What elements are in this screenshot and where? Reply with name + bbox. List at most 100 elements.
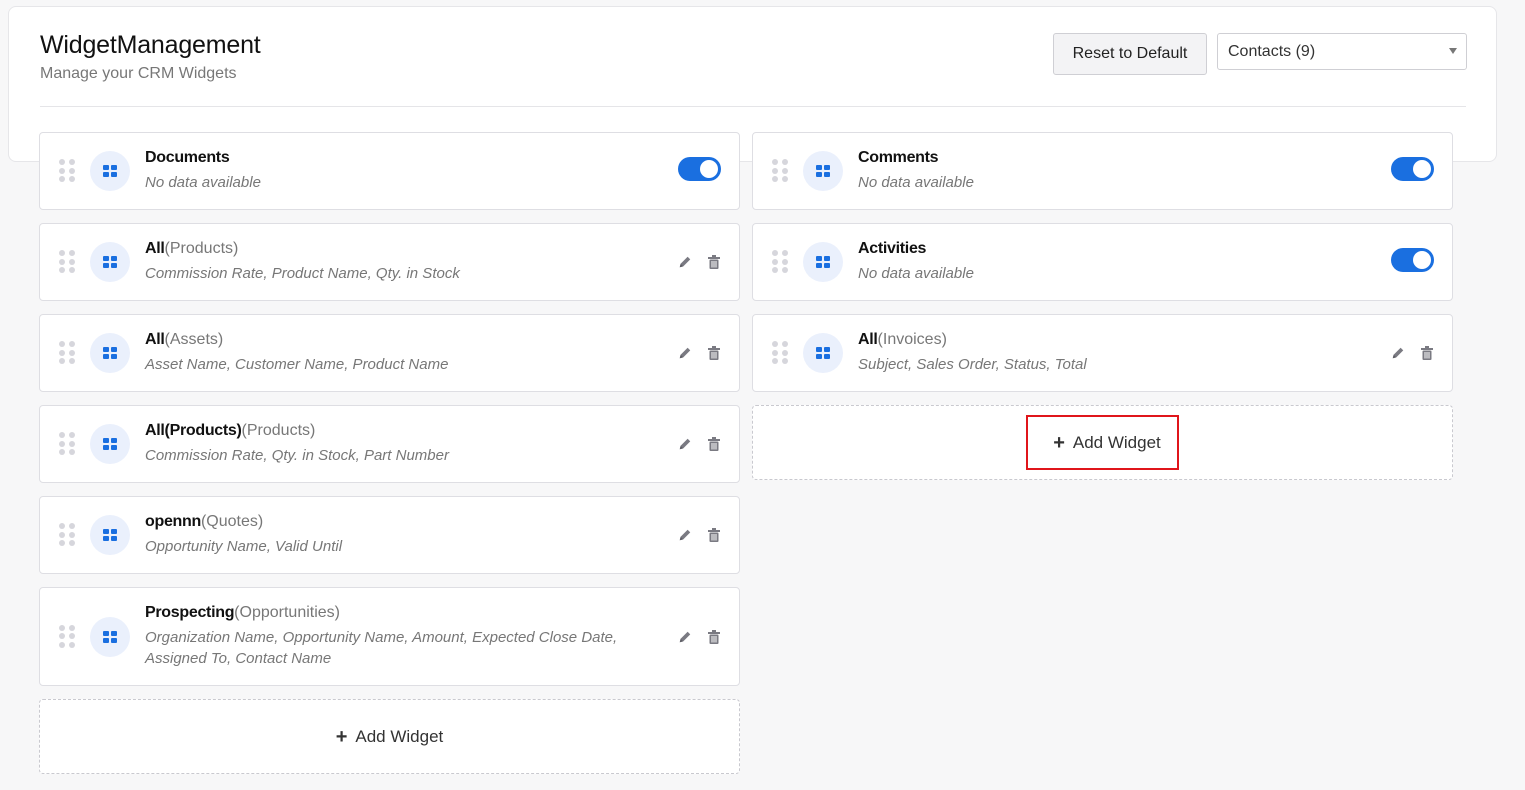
reset-to-default-button[interactable]: Reset to Default <box>1053 33 1207 75</box>
widget-text: Comments No data available <box>858 149 1352 193</box>
widget-text: opennn(Quotes) Opportunity Name, Valid U… <box>145 513 639 557</box>
widget-text: All(Assets) Asset Name, Customer Name, P… <box>145 331 639 375</box>
widget-text: All(Products) Commission Rate, Product N… <box>145 240 639 284</box>
trash-icon[interactable] <box>706 345 722 361</box>
widget-enable-toggle[interactable] <box>1391 157 1434 181</box>
pencil-icon[interactable] <box>677 527 693 543</box>
widget-fields: No data available <box>145 174 261 191</box>
widget-column-left: Documents No data available All(Products… <box>39 132 740 774</box>
widget-actions <box>677 629 722 645</box>
toggle-knob <box>700 160 718 178</box>
drag-handle-icon[interactable] <box>59 341 77 365</box>
module-select-value: Contacts (9) <box>1228 42 1316 60</box>
trash-icon[interactable] <box>706 527 722 543</box>
widget-name: opennn <box>145 513 201 530</box>
widget-module: (Opportunities) <box>234 604 340 621</box>
widget-name: Documents <box>145 149 230 166</box>
widget-actions <box>677 436 722 452</box>
add-widget-label-wrap: + Add Widget <box>320 717 460 757</box>
drag-handle-icon[interactable] <box>59 624 77 649</box>
widget-fields: Subject, Sales Order, Status, Total <box>858 356 1087 373</box>
widget-grid-icon <box>803 242 843 282</box>
toggle-knob <box>1413 251 1431 269</box>
widget-name: All(Products) <box>145 422 242 439</box>
widget-name: All <box>145 331 165 348</box>
widget-grid-icon <box>803 333 843 373</box>
trash-icon[interactable] <box>706 629 722 645</box>
widget-module: (Products) <box>164 240 239 257</box>
widget-fields: Commission Rate, Qty. in Stock, Part Num… <box>145 447 449 464</box>
module-select[interactable]: Contacts (9) <box>1217 33 1467 70</box>
trash-icon[interactable] <box>706 254 722 270</box>
widget-name: All <box>145 240 165 257</box>
widget-name: Prospecting <box>145 604 235 621</box>
add-widget-label: Add Widget <box>355 726 444 746</box>
drag-handle-icon[interactable] <box>772 159 790 183</box>
widget-card: All(Assets) Asset Name, Customer Name, P… <box>39 314 740 392</box>
widget-name: All <box>858 331 878 348</box>
drag-handle-icon[interactable] <box>59 250 77 274</box>
widget-text: Documents No data available <box>145 149 639 193</box>
drag-handle-icon[interactable] <box>59 159 77 183</box>
trash-icon[interactable] <box>706 436 722 452</box>
page-subtitle: Manage your CRM Widgets <box>40 65 237 82</box>
widget-card: All(Products)(Products) Commission Rate,… <box>39 405 740 483</box>
widget-text: All(Products)(Products) Commission Rate,… <box>145 422 639 466</box>
widget-fields: Commission Rate, Product Name, Qty. in S… <box>145 265 460 282</box>
widget-module: (Quotes) <box>200 513 264 530</box>
widget-fields: Opportunity Name, Valid Until <box>145 538 343 555</box>
widget-fields: Asset Name, Customer Name, Product Name <box>145 356 449 373</box>
widget-card: Prospecting(Opportunities) Organization … <box>39 587 740 686</box>
widget-actions <box>1390 345 1435 361</box>
widget-enable-toggle[interactable] <box>1391 248 1434 272</box>
widget-card: All(Products) Commission Rate, Product N… <box>39 223 740 301</box>
trash-icon[interactable] <box>1419 345 1435 361</box>
pencil-icon[interactable] <box>677 345 693 361</box>
pencil-icon[interactable] <box>677 254 693 270</box>
widget-actions <box>677 527 722 543</box>
widget-grid-icon <box>90 424 130 464</box>
widget-card: Activities No data available <box>752 223 1453 301</box>
widget-column-right: Comments No data available Activities No… <box>752 132 1453 480</box>
widget-text: Prospecting(Opportunities) Organization … <box>145 604 639 669</box>
widget-card: Documents No data available <box>39 132 740 210</box>
pencil-icon[interactable] <box>1390 345 1406 361</box>
drag-handle-icon[interactable] <box>772 341 790 365</box>
widget-grid-icon <box>90 333 130 373</box>
widget-module: (Invoices) <box>877 331 947 348</box>
add-widget-button[interactable]: + Add Widget <box>39 699 740 774</box>
widget-text: Activities No data available <box>858 240 1352 284</box>
widget-card: Comments No data available <box>752 132 1453 210</box>
add-widget-label: Add Widget <box>1072 432 1161 452</box>
plus-icon: + <box>1053 431 1065 454</box>
widget-grid-icon <box>90 515 130 555</box>
widget-grid-icon <box>90 616 130 657</box>
widget-name: Activities <box>858 240 927 257</box>
widget-module: (Products) <box>241 422 316 439</box>
widget-grid-icon <box>90 242 130 282</box>
widget-grid-icon <box>90 151 130 191</box>
widget-card: opennn(Quotes) Opportunity Name, Valid U… <box>39 496 740 574</box>
add-widget-button[interactable]: + Add Widget <box>752 405 1453 480</box>
widget-fields: No data available <box>858 174 974 191</box>
toggle-knob <box>1413 160 1431 178</box>
add-widget-label-wrap: + Add Widget <box>1026 415 1179 470</box>
widget-fields: No data available <box>858 265 974 282</box>
drag-handle-icon[interactable] <box>772 250 790 274</box>
widget-fields: Organization Name, Opportunity Name, Amo… <box>145 629 618 667</box>
drag-handle-icon[interactable] <box>59 523 77 547</box>
chevron-down-icon <box>1449 48 1457 54</box>
widget-enable-toggle[interactable] <box>678 157 721 181</box>
widget-card: All(Invoices) Subject, Sales Order, Stat… <box>752 314 1453 392</box>
widget-module: (Assets) <box>164 331 224 348</box>
widget-text: All(Invoices) Subject, Sales Order, Stat… <box>858 331 1352 375</box>
widget-actions <box>677 254 722 270</box>
pencil-icon[interactable] <box>677 629 693 645</box>
widget-actions <box>677 345 722 361</box>
plus-icon: + <box>335 725 348 748</box>
pencil-icon[interactable] <box>677 436 693 452</box>
page-title: WidgetManagement <box>40 31 261 59</box>
widget-name: Comments <box>858 149 939 166</box>
drag-handle-icon[interactable] <box>59 432 77 456</box>
header-divider <box>40 106 1466 107</box>
